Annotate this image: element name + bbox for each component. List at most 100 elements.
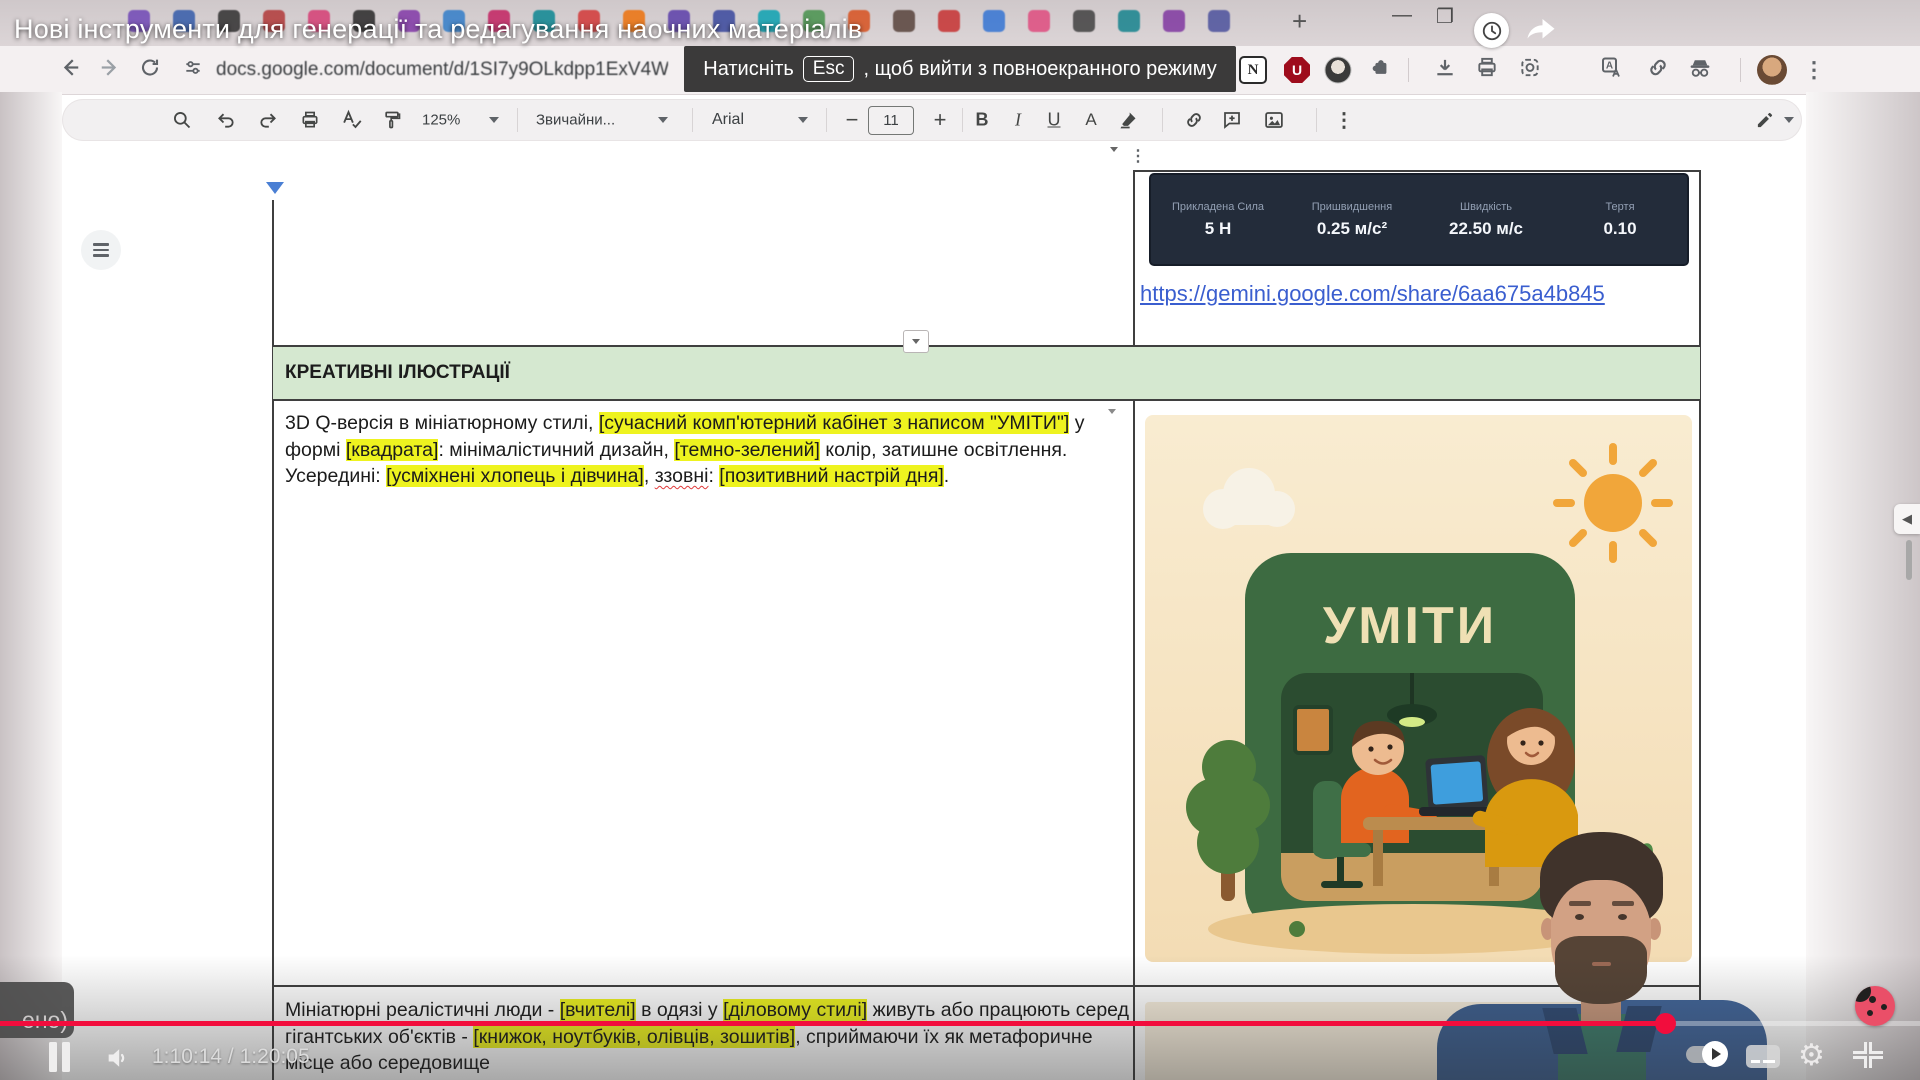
text: . (944, 465, 949, 487)
paint-format-icon[interactable] (382, 110, 402, 130)
metric: Прикладена Сила5 Н (1151, 201, 1285, 239)
physics-metrics-panel: Прикладена Сила5 НПришвидшення0.25 м/с²Ш… (1149, 173, 1689, 266)
tab-favicon[interactable] (1028, 10, 1050, 32)
zoom-caret-icon[interactable] (489, 117, 499, 123)
download-icon[interactable] (1434, 56, 1457, 84)
highlighted-text: [квадрата] (346, 439, 439, 461)
table-border (272, 399, 1701, 401)
text: : (708, 465, 719, 487)
table-border (1133, 170, 1701, 172)
pause-icon[interactable] (49, 1042, 57, 1072)
highlighted-text: [усміхнені хлопець і дівчина] (386, 465, 644, 487)
zoom-select[interactable]: 125% (422, 112, 460, 129)
toolbar-more-kebab-icon[interactable]: ⋮ (1334, 108, 1354, 133)
metric: Тертя0.10 (1553, 201, 1687, 239)
section-header-row[interactable]: КРЕАТИВНІ ІЛЮСТРАЦІЇ (273, 347, 1700, 399)
back-icon[interactable] (59, 57, 81, 84)
undo-icon[interactable] (216, 110, 236, 130)
insert-image-icon[interactable] (1264, 110, 1285, 131)
tab-favicon[interactable] (1073, 10, 1095, 32)
url-text[interactable]: docs.google.com/document/d/1SI7y9OLkdpp1… (216, 59, 668, 81)
link-copy-icon[interactable] (1646, 55, 1671, 85)
text-color-button[interactable]: A (1085, 113, 1096, 127)
font-size-increase-button[interactable]: + (934, 107, 947, 133)
text: , (644, 465, 655, 487)
scrollbar-thumb[interactable] (1906, 540, 1912, 580)
bold-button[interactable]: B (976, 110, 989, 131)
text: 3D Q-версія в мініатюрному стилі, (285, 412, 599, 434)
prompt-paragraph-1[interactable]: 3D Q-версія в мініатюрному стилі, [сучас… (285, 410, 1123, 490)
metric: Пришвидшення0.25 м/с² (1285, 201, 1419, 239)
spellcheck-icon[interactable] (342, 110, 363, 131)
paragraph-style-select[interactable]: Звичайни... (536, 112, 615, 129)
highlight-color-icon[interactable] (1118, 110, 1138, 130)
underline-button[interactable]: U (1048, 110, 1061, 131)
seek-back-tab[interactable]: ◀ (1894, 504, 1920, 534)
site-info-icon[interactable] (183, 58, 203, 83)
font-size-input[interactable]: 11 (868, 106, 914, 135)
table-kebab-icon[interactable]: ⋮ (1130, 146, 1146, 166)
autoplay-knob[interactable] (1702, 1041, 1728, 1067)
ladybug-extension-icon[interactable] (1855, 986, 1895, 1026)
tab-favicon[interactable] (1118, 10, 1140, 32)
forward-icon[interactable] (99, 57, 121, 84)
translate-icon[interactable]: A (1600, 56, 1624, 85)
print-icon[interactable] (1476, 56, 1499, 84)
notion-extension-icon[interactable]: N (1239, 56, 1267, 84)
table-caret-icon[interactable] (1110, 152, 1118, 170)
settings-gear-icon[interactable]: ⚙ (1798, 1038, 1825, 1073)
editing-mode-caret-icon[interactable] (1784, 117, 1794, 123)
insert-link-icon[interactable] (1183, 109, 1205, 131)
add-comment-icon[interactable] (1222, 110, 1243, 131)
font-caret-icon[interactable] (798, 117, 808, 123)
share-arrow-icon[interactable] (1521, 10, 1561, 51)
browser-menu-kebab-icon[interactable]: ⋮ (1803, 57, 1825, 83)
incognito-icon[interactable] (1688, 55, 1713, 85)
table-column-marker-icon[interactable] (266, 182, 284, 194)
eye (1618, 914, 1627, 920)
video-title: Нові інструменти для генерації та редагу… (14, 14, 862, 45)
gemini-share-link[interactable]: https://gemini.google.com/share/6aa675a4… (1140, 278, 1696, 309)
section-header-text: КРЕАТИВНІ ІЛЮСТРАЦІЇ (285, 362, 510, 384)
play-icon (1712, 1048, 1721, 1060)
profile-avatar[interactable] (1757, 55, 1787, 85)
toolbar-divider (692, 108, 693, 132)
editing-mode-pencil-icon[interactable] (1756, 111, 1775, 130)
search-icon[interactable] (172, 110, 192, 130)
document-outline-button[interactable] (81, 230, 121, 270)
screenshot-icon[interactable] (1519, 56, 1542, 84)
avatar-extension-icon[interactable] (1325, 57, 1352, 84)
tab-favicon[interactable] (893, 10, 915, 32)
exit-fullscreen-icon[interactable] (1853, 1042, 1883, 1068)
subtitles-icon[interactable] (1746, 1045, 1780, 1068)
extensions-puzzle-icon[interactable] (1369, 57, 1391, 84)
tab-favicon[interactable] (983, 10, 1005, 32)
tab-favicon[interactable] (1208, 10, 1230, 32)
ublock-extension-icon[interactable]: U (1284, 57, 1310, 83)
sun (1557, 447, 1669, 559)
progress-scrubber[interactable] (1655, 1013, 1676, 1034)
table-menu-dropdown-button[interactable] (903, 330, 929, 353)
volume-icon[interactable] (104, 1044, 132, 1077)
toolbar-divider (1162, 108, 1163, 132)
eyebrow (1569, 901, 1591, 906)
window-minimize-button[interactable]: — (1392, 4, 1412, 27)
progress-bar-played[interactable] (0, 1021, 1665, 1026)
laptop (1419, 755, 1495, 816)
window-maximize-button[interactable]: ❐ (1436, 4, 1454, 29)
new-tab-button[interactable]: + (1292, 6, 1307, 37)
watch-later-clock-icon[interactable] (1474, 13, 1509, 48)
print-icon[interactable] (300, 110, 320, 130)
table-border (1133, 170, 1135, 345)
tab-favicon[interactable] (1163, 10, 1185, 32)
pause-icon[interactable] (62, 1042, 70, 1072)
redo-icon[interactable] (258, 110, 278, 130)
font-size-decrease-button[interactable]: − (846, 107, 859, 133)
booth-label: УМІТИ (1323, 597, 1497, 655)
bush (1289, 921, 1305, 937)
tab-favicon[interactable] (938, 10, 960, 32)
style-caret-icon[interactable] (658, 117, 668, 123)
italic-button[interactable]: I (1015, 110, 1021, 131)
font-select[interactable]: Arial (712, 111, 744, 129)
reload-icon[interactable] (140, 57, 161, 83)
